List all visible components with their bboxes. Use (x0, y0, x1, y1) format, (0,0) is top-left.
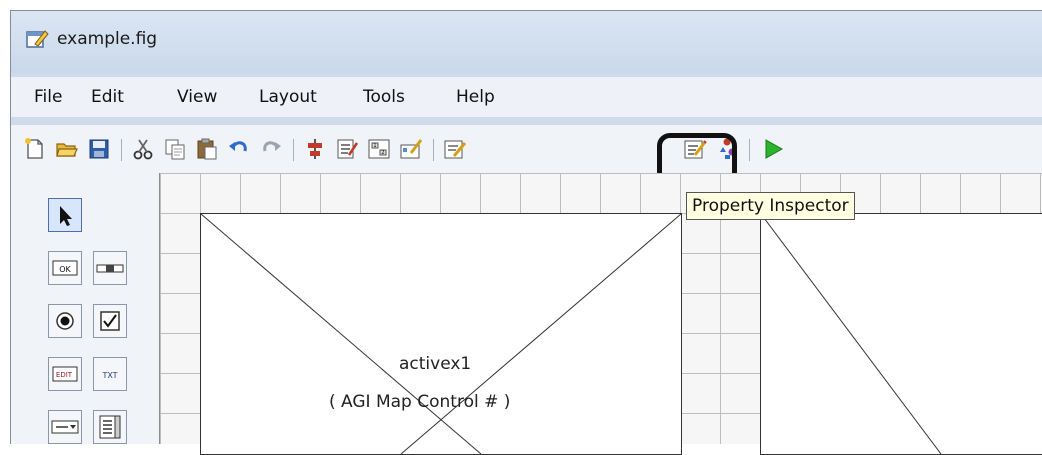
slider-icon (96, 264, 124, 273)
mfile-editor-icon[interactable] (443, 137, 467, 161)
activex-placeholder-cross (201, 214, 681, 454)
svg-text:2: 2 (381, 150, 384, 156)
title-bar: example.fig (11, 11, 1042, 73)
toolbar-editor-icon[interactable] (399, 137, 423, 161)
undo-icon[interactable] (227, 137, 251, 161)
toolbar-separator (433, 139, 434, 161)
slider-tool[interactable] (93, 251, 127, 285)
align-icon[interactable] (303, 137, 327, 161)
arrow-cursor-icon (60, 206, 72, 226)
activex-control[interactable] (760, 213, 1042, 455)
checkbox-icon (100, 311, 120, 331)
static-text-icon: TXT (101, 371, 117, 380)
menu-view[interactable]: View (177, 87, 217, 107)
svg-text:1: 1 (373, 143, 376, 149)
component-palette: OK EDIT TXT (11, 173, 159, 444)
save-icon[interactable] (87, 137, 111, 161)
menu-layout[interactable]: Layout (259, 87, 317, 107)
property-inspector-tooltip: Property Inspector (686, 192, 855, 220)
radio-button-icon (56, 312, 74, 330)
static-text-tool[interactable]: TXT (93, 357, 127, 391)
toolbar-separator (121, 139, 122, 161)
checkbox-tool[interactable] (93, 304, 127, 338)
popup-menu-icon (51, 420, 79, 434)
open-icon[interactable] (55, 137, 79, 161)
listbox-icon (99, 415, 121, 439)
menu-edit[interactable]: Edit (91, 87, 124, 107)
menu-editor-icon[interactable] (335, 137, 359, 161)
radio-button-tool[interactable] (48, 304, 82, 338)
activex-placeholder-cross (761, 214, 942, 454)
guide-figure-icon (26, 30, 49, 48)
listbox-tool[interactable] (93, 410, 127, 444)
paste-icon[interactable] (195, 137, 219, 161)
menu-help[interactable]: Help (456, 87, 495, 107)
activex-control[interactable]: activex1 ( AGI Map Control # ) (200, 213, 682, 455)
menu-tools[interactable]: Tools (363, 87, 405, 107)
new-icon[interactable] (23, 137, 47, 161)
edit-text-icon: EDIT (52, 366, 78, 382)
redo-icon[interactable] (259, 137, 283, 161)
cut-icon[interactable] (131, 137, 155, 161)
toolbar-separator (749, 139, 750, 161)
toolbar-separator (293, 139, 294, 161)
svg-text:OK: OK (59, 265, 71, 274)
window-title: example.fig (57, 29, 158, 49)
menu-file[interactable]: File (34, 87, 62, 107)
activex-type-label: ( AGI Map Control # ) (329, 392, 511, 412)
copy-icon[interactable] (163, 137, 187, 161)
layout-canvas[interactable]: activex1 ( AGI Map Control # ) (159, 173, 1042, 455)
push-button-icon: OK (52, 260, 78, 276)
activex-name-label: activex1 (399, 354, 472, 374)
toolbar: 1 2 (11, 125, 1042, 173)
figure-window: example.fig File Edit View Layout Tools … (10, 10, 1042, 455)
edit-text-tool[interactable]: EDIT (48, 357, 82, 391)
svg-text:TXT: TXT (101, 371, 117, 380)
run-icon[interactable] (761, 137, 785, 161)
tab-order-icon[interactable]: 1 2 (367, 137, 391, 161)
push-button-tool[interactable]: OK (48, 251, 82, 285)
svg-text:EDIT: EDIT (56, 371, 73, 379)
menu-bar: File Edit View Layout Tools Help (11, 77, 1042, 117)
popup-menu-tool[interactable] (48, 410, 82, 444)
select-tool[interactable] (48, 198, 82, 232)
